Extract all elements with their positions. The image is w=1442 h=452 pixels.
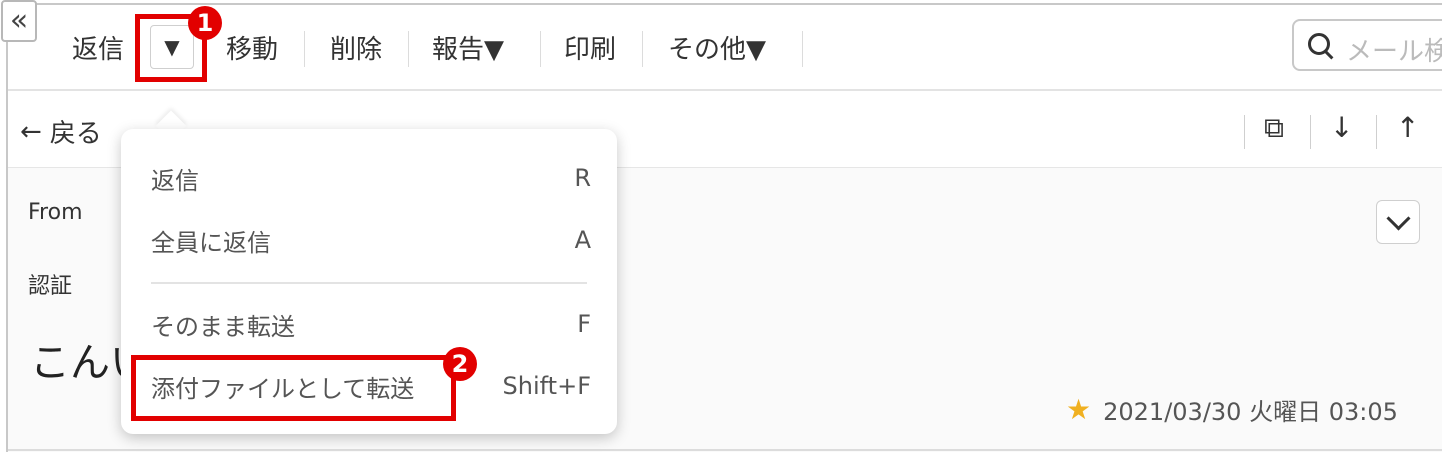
menu-item-forward[interactable]: そのまま転送 F — [151, 304, 591, 344]
menu-item-reply-all[interactable]: 全員に返信 A — [151, 220, 591, 260]
toolbar-divider — [304, 31, 305, 67]
prev-message-icon[interactable]: ↑ — [1396, 111, 1419, 144]
step-badge-1: 1 — [188, 6, 222, 40]
menu-item-shortcut: Shift+F — [502, 372, 591, 400]
menu-item-shortcut: R — [574, 164, 591, 192]
nav-divider — [1244, 115, 1245, 149]
more-menu-button[interactable]: その他▼ — [668, 29, 766, 66]
highlight-box-forward-attachment — [131, 355, 456, 421]
open-external-icon[interactable]: ⧉ — [1264, 111, 1284, 145]
mail-date: 2021/03/30 火曜日 03:05 — [1103, 398, 1398, 426]
nav-divider — [1310, 115, 1311, 149]
menu-item-label: 返信 — [151, 166, 199, 195]
step-badge-2: 2 — [443, 347, 477, 381]
menu-item-shortcut: F — [577, 310, 591, 338]
menu-item-reply[interactable]: 返信 R — [151, 158, 591, 198]
menu-divider — [151, 282, 587, 284]
toolbar-divider — [802, 31, 803, 67]
auth-label: 認証 — [28, 274, 73, 299]
toolbar-divider — [540, 31, 541, 67]
next-message-icon[interactable]: ↓ — [1330, 111, 1353, 144]
chevron-down-icon — [1385, 205, 1411, 231]
menu-item-shortcut: A — [574, 226, 591, 254]
from-label: From — [28, 200, 83, 225]
search-placeholder: メール検 — [1346, 37, 1442, 67]
star-icon[interactable]: ★ — [1066, 395, 1091, 424]
menu-item-label: 全員に返信 — [151, 228, 271, 257]
reply-button[interactable]: 返信 — [72, 29, 124, 66]
move-button[interactable]: 移動 — [226, 29, 278, 66]
nav-divider — [1376, 115, 1377, 149]
toolbar-divider — [408, 31, 409, 67]
search-icon — [1308, 33, 1330, 55]
back-button[interactable]: ← 戻る — [20, 113, 102, 150]
report-menu-button[interactable]: 報告▼ — [432, 29, 504, 66]
double-chevron-left-icon: « — [9, 3, 29, 38]
delete-button[interactable]: 削除 — [330, 29, 382, 66]
collapse-sidebar-button[interactable]: « — [1, 0, 37, 42]
print-button[interactable]: 印刷 — [564, 29, 616, 66]
mail-search-input[interactable]: メール検 — [1292, 19, 1442, 71]
arrow-left-icon: ← — [20, 116, 42, 147]
mail-toolbar: 返信 ▼ 移動 削除 報告▼ 印刷 その他▼ — [8, 5, 1442, 91]
bottom-divider — [8, 449, 1442, 451]
toolbar-divider — [642, 31, 643, 67]
menu-item-label: そのまま転送 — [151, 312, 295, 341]
back-label: 戻る — [49, 119, 102, 149]
mail-date-row: ★ 2021/03/30 火曜日 03:05 — [1066, 392, 1398, 427]
expand-header-button[interactable] — [1376, 200, 1420, 244]
